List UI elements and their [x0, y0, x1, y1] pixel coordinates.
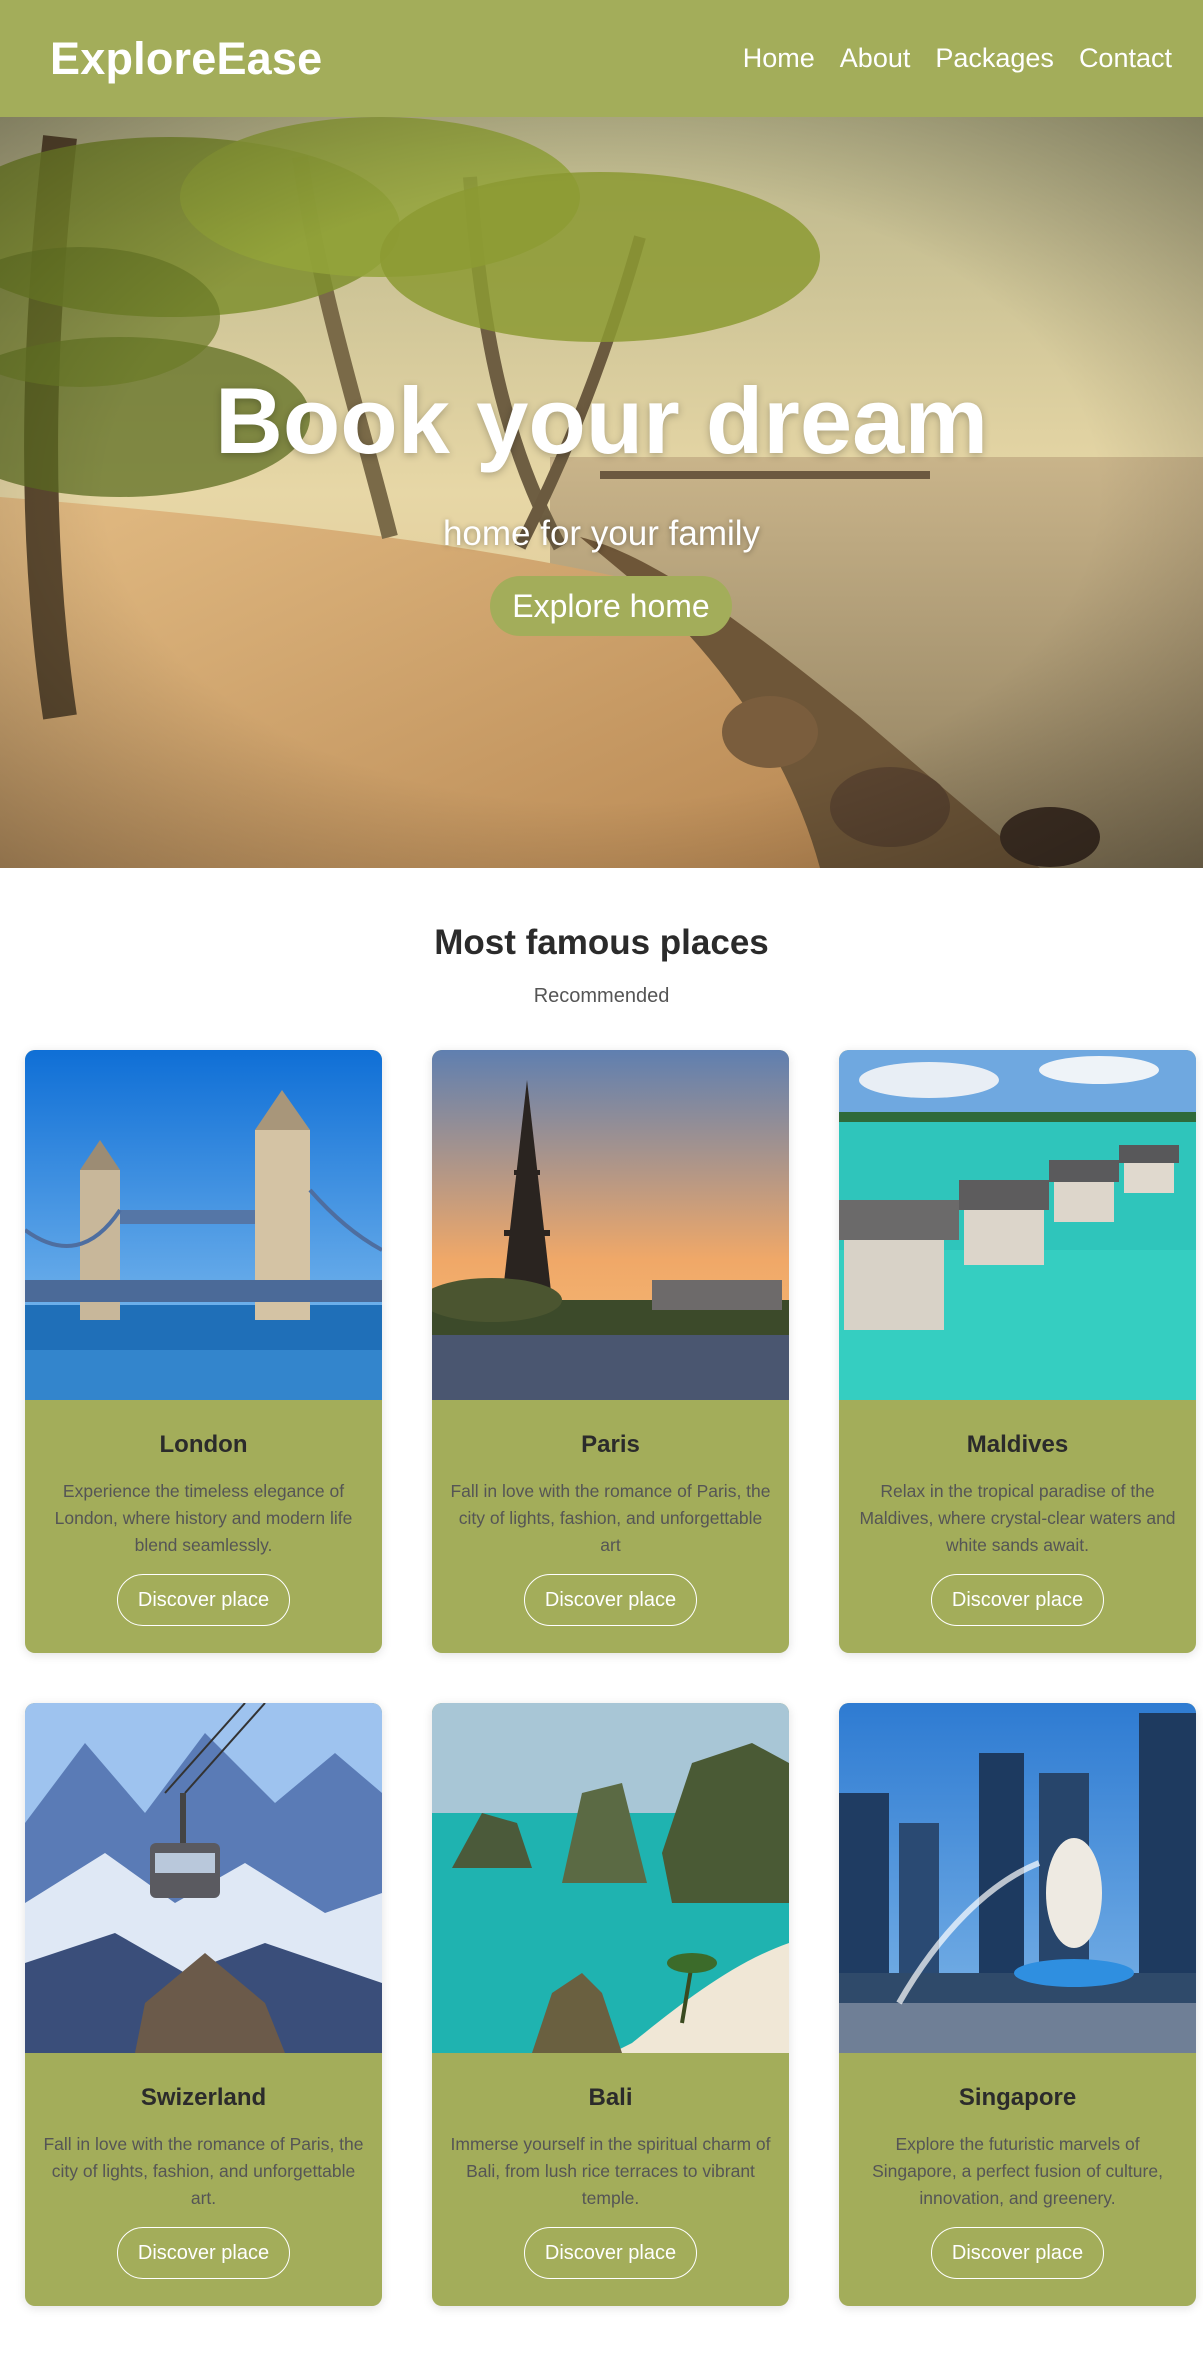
singapore-image [839, 1703, 1196, 2053]
nav-links: Home About Packages Contact [743, 43, 1172, 74]
hero-content: Book your dream home for your family Exp… [0, 117, 1203, 868]
card-text: Explore the futuristic marvels of Singap… [872, 2134, 1163, 2208]
card-body: London Experience the timeless elegance … [25, 1433, 382, 1626]
nav-link-home[interactable]: Home [743, 43, 815, 74]
discover-place-button[interactable]: Discover place [523, 2227, 698, 2279]
maldives-image [839, 1050, 1196, 1400]
discover-place-button[interactable]: Discover place [523, 1574, 698, 1626]
card-text: Fall in love with the romance of Paris, … [450, 1481, 771, 1555]
card-title: Swizerland [140, 2084, 267, 2111]
nav-link-contact[interactable]: Contact [1079, 43, 1172, 74]
card-body: Maldives Relax in the tropical paradise … [839, 1433, 1196, 1626]
place-card-swizerland: Swizerland Fall in love with the romance… [25, 1703, 382, 2306]
card-text: Experience the timeless elegance of Lond… [54, 1481, 353, 1555]
place-card-paris: Paris Fall in love with the romance of P… [432, 1050, 789, 1653]
hero-subtitle: home for your family [442, 514, 761, 553]
discover-place-button[interactable]: Discover place [930, 2227, 1105, 2279]
explore-home-button[interactable]: Explore home [490, 576, 732, 636]
discover-place-button[interactable]: Discover place [116, 2227, 291, 2279]
place-card-maldives: Maldives Relax in the tropical paradise … [839, 1050, 1196, 1653]
place-card-singapore: Singapore Explore the futuristic marvels… [839, 1703, 1196, 2306]
section-subtitle: Recommended [533, 985, 670, 1007]
card-text: Relax in the tropical paradise of the Ma… [859, 1481, 1176, 1555]
card-title: Bali [588, 2084, 633, 2111]
card-title: Paris [581, 1431, 640, 1458]
card-title: London [159, 1431, 248, 1458]
card-title: Maldives [966, 1431, 1069, 1458]
nav-link-packages[interactable]: Packages [935, 43, 1054, 74]
swizerland-image [25, 1703, 382, 2053]
card-text: Fall in love with the romance of Paris, … [43, 2134, 364, 2208]
card-body: Bali Immerse yourself in the spiritual c… [432, 2086, 789, 2279]
card-text: Immerse yourself in the spiritual charm … [450, 2134, 771, 2208]
nav-link-about[interactable]: About [840, 43, 911, 74]
card-title: Singapore [958, 2084, 1077, 2111]
place-card-london: London Experience the timeless elegance … [25, 1050, 382, 1653]
hero-title: Book your dream [214, 368, 989, 473]
card-body: Paris Fall in love with the romance of P… [432, 1433, 789, 1626]
section-title: Most famous places [434, 923, 769, 962]
place-card-bali: Bali Immerse yourself in the spiritual c… [432, 1703, 789, 2306]
navbar: ExploreEase Home About Packages Contact [0, 0, 1203, 117]
brand-logo[interactable]: ExploreEase [50, 33, 322, 85]
card-body: Swizerland Fall in love with the romance… [25, 2086, 382, 2279]
card-body: Singapore Explore the futuristic marvels… [839, 2086, 1196, 2279]
hero-section: Book your dream home for your family Exp… [0, 117, 1203, 868]
discover-place-button[interactable]: Discover place [116, 1574, 291, 1626]
discover-place-button[interactable]: Discover place [930, 1574, 1105, 1626]
london-image [25, 1050, 382, 1400]
paris-image [432, 1050, 789, 1400]
bali-image [432, 1703, 789, 2053]
